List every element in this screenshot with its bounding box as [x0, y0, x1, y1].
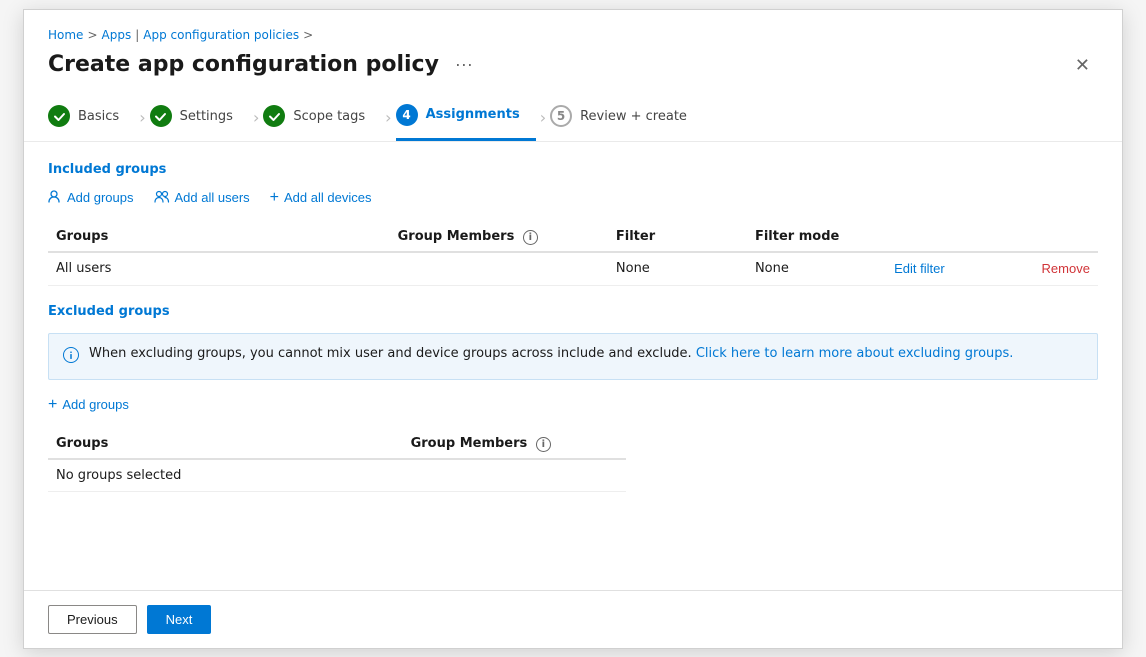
- table-row-empty: No groups selected: [48, 459, 626, 492]
- step-scopetags-label: Scope tags: [293, 109, 365, 124]
- excluded-groups-section: Excluded groups When excluding groups, y…: [48, 304, 1098, 492]
- more-options-button[interactable]: ···: [449, 52, 479, 77]
- excluded-groups-thead: Groups Group Members i: [48, 430, 626, 459]
- add-all-users-label: Add all users: [175, 190, 250, 205]
- add-all-users-icon: [154, 189, 170, 206]
- step-reviewcreate-label: Review + create: [580, 109, 687, 124]
- add-groups-icon: [48, 189, 62, 206]
- step-assignments-icon: 4: [396, 104, 418, 126]
- learn-more-link[interactable]: Click here to learn more about excluding…: [696, 346, 1014, 361]
- col-header-filter: Filter: [608, 223, 747, 252]
- excl-col-header-groups: Groups: [48, 430, 403, 459]
- add-groups-button[interactable]: Add groups: [48, 187, 134, 208]
- next-button[interactable]: Next: [147, 605, 212, 634]
- step-settings-icon: [150, 105, 172, 127]
- close-button[interactable]: ✕: [1067, 52, 1098, 78]
- breadcrumb-policy[interactable]: App configuration policies: [143, 28, 299, 42]
- table-row: All users None None Edit filter Remove: [48, 252, 1098, 286]
- breadcrumb-pipe: |: [135, 28, 139, 42]
- page-title: Create app configuration policy: [48, 52, 439, 77]
- step-scopetags-icon: [263, 105, 285, 127]
- info-text: When excluding groups, you cannot mix us…: [89, 346, 1013, 361]
- included-groups-thead: Groups Group Members i Filter Filter mod…: [48, 223, 1098, 252]
- step-assignments-label: Assignments: [426, 107, 520, 122]
- step-reviewcreate[interactable]: 5 Review + create: [550, 95, 703, 139]
- row-filtermode: None: [747, 252, 886, 286]
- col-header-edit: [886, 223, 1033, 252]
- row-groups: All users: [48, 252, 390, 286]
- step-basics-icon: [48, 105, 70, 127]
- breadcrumb: Home > Apps | App configuration policies…: [48, 28, 1098, 42]
- plus-icon-devices: +: [270, 189, 279, 207]
- row-edit-filter: Edit filter: [886, 252, 1033, 286]
- step-scopetags[interactable]: Scope tags: [263, 95, 381, 139]
- modal-header: Home > Apps | App configuration policies…: [24, 10, 1122, 142]
- step-settings-label: Settings: [180, 109, 233, 124]
- included-groups-table: Groups Group Members i Filter Filter mod…: [48, 223, 1098, 286]
- excl-group-members-info-icon: i: [536, 437, 551, 452]
- excluded-groups-title: Excluded groups: [48, 304, 1098, 319]
- breadcrumb-sep2: >: [303, 28, 313, 42]
- col-header-groups: Groups: [48, 223, 390, 252]
- add-groups-label: Add groups: [67, 190, 134, 205]
- wizard-steps: Basics › Settings › Scope tags › 4: [48, 94, 1098, 141]
- row-remove: Remove: [1034, 252, 1098, 286]
- col-header-remove: [1034, 223, 1098, 252]
- add-all-users-button[interactable]: Add all users: [154, 187, 250, 208]
- edit-filter-button[interactable]: Edit filter: [894, 261, 945, 276]
- included-groups-section: Included groups Add groups Add all users…: [48, 162, 1098, 286]
- step-reviewcreate-icon: 5: [550, 105, 572, 127]
- group-members-info-icon: i: [523, 230, 538, 245]
- previous-button[interactable]: Previous: [48, 605, 137, 634]
- info-icon: [63, 347, 79, 367]
- included-groups-actions: Add groups Add all users + Add all devic…: [48, 187, 1098, 209]
- excluded-add-groups-label: Add groups: [62, 397, 129, 412]
- excluded-groups-actions: + Add groups: [48, 394, 1098, 416]
- excluded-add-groups-button[interactable]: + Add groups: [48, 394, 129, 416]
- remove-button[interactable]: Remove: [1042, 261, 1090, 276]
- modal-container: Home > Apps | App configuration policies…: [23, 9, 1123, 649]
- title-row: Create app configuration policy ··· ✕: [48, 52, 1098, 78]
- row-members: [390, 252, 608, 286]
- excluded-groups-table: Groups Group Members i No groups selecte…: [48, 430, 626, 492]
- row-filter: None: [608, 252, 747, 286]
- col-header-members: Group Members i: [390, 223, 608, 252]
- add-all-devices-label: Add all devices: [284, 190, 371, 205]
- col-header-filtermode: Filter mode: [747, 223, 886, 252]
- step-basics[interactable]: Basics: [48, 95, 135, 139]
- included-groups-title: Included groups: [48, 162, 1098, 177]
- breadcrumb-apps[interactable]: Apps: [102, 28, 132, 42]
- add-all-devices-button[interactable]: + Add all devices: [270, 187, 372, 209]
- excluded-groups-tbody: No groups selected: [48, 459, 626, 492]
- modal-body: Included groups Add groups Add all users…: [24, 142, 1122, 590]
- breadcrumb-sep1: >: [87, 28, 97, 42]
- step-assignments[interactable]: 4 Assignments: [396, 94, 536, 141]
- plus-icon-excluded: +: [48, 396, 57, 414]
- step-basics-label: Basics: [78, 109, 119, 124]
- info-box: When excluding groups, you cannot mix us…: [48, 333, 1098, 380]
- excl-col-header-members: Group Members i: [403, 430, 626, 459]
- no-groups-text: No groups selected: [48, 459, 626, 492]
- included-groups-tbody: All users None None Edit filter Remove: [48, 252, 1098, 286]
- step-settings[interactable]: Settings: [150, 95, 249, 139]
- breadcrumb-home[interactable]: Home: [48, 28, 83, 42]
- modal-footer: Previous Next: [24, 590, 1122, 648]
